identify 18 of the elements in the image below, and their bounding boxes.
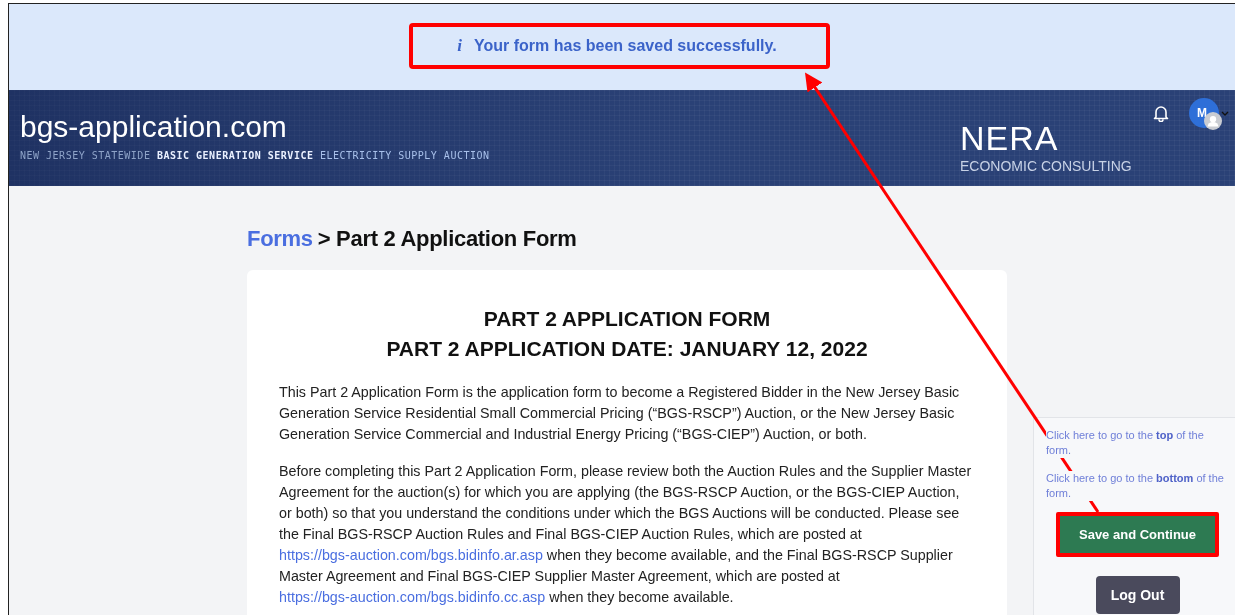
forms-link[interactable]: Forms xyxy=(247,226,313,251)
logout-button[interactable]: Log Out xyxy=(1095,576,1180,614)
brand-logo: NERA xyxy=(960,120,1060,156)
save-button[interactable]: Save and Continue xyxy=(1060,516,1215,553)
info-icon: i xyxy=(457,36,463,56)
page-title: > Part 2 Application Form xyxy=(317,226,577,251)
site-title[interactable]: bgs-application.com xyxy=(20,110,960,144)
form-title: PART 2 APPLICATION FORM xyxy=(482,306,772,332)
notification-bell-icon[interactable] xyxy=(1153,104,1169,122)
user-avatar[interactable]: M xyxy=(1189,98,1219,128)
success-message: Your form has been saved successfully. xyxy=(474,37,777,55)
url-link[interactable]: https://bgs-auction.com/bgs.bidinfo.ar.asp xyxy=(279,547,543,563)
url-link[interactable]: https://bgs-auction.com/bgs.bidinfo.cc.asp xyxy=(279,589,546,605)
form-title: PART 2 APPLICATION DATE: JANUARY 12, 2022 xyxy=(385,336,869,362)
form-paragraph: Before completing this Part 2 Application Form, please review both the Auction Rules and the Supplier Master Agreement for the auction(s) for which you are applying (the BGS-RSCP Auction, or the BGS-CIEP Auction, or both) so that you understand the conditions under which the BGS Auctions will be conducted. Please see the Final BGS-RSCP Auction Rules and Final BGS-CIEP Auction Rules, which are posted at https://bgs-auction.com/bgs.bidinfo.ar.asp when they become available, and the Final BGS-RSCP Supplier Master Agreement and Final BGS-CIEP Supplier Master Agreement, which are posted at https://bgs-auction.com/bgs.bidinfo.cc.asp when they become available. xyxy=(279,462,973,607)
site-tagline: NEW JERSEY STATEWIDE BASIC GENERATION SERVICE ELECTRICITY SUPPLY AUCTION xyxy=(20,150,491,161)
form-paragraph: This Part 2 Application Form is the application form to become a Registered Bidder in the New Jersey Basic Generation Service Residential Small Commercial Pricing (“BGS-RSCP”) Auction, or the New Jersey Basic Generation Service Commercial and Industrial Energy Pricing (“BGS-CIEP”) Auction, or both. xyxy=(279,383,961,444)
brand-subtitle: ECONOMIC CONSULTING xyxy=(960,158,1132,174)
